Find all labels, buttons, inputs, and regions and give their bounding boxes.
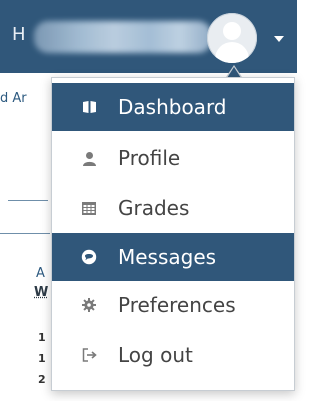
menu-item-profile[interactable]: Profile xyxy=(52,134,294,182)
menu-item-label: Log out xyxy=(118,343,193,367)
menu-item-dashboard[interactable]: Dashboard xyxy=(52,83,294,131)
caret-down-icon[interactable] xyxy=(274,36,284,42)
user-dropdown-menu: Dashboard Profile Grades Messages Prefer… xyxy=(51,77,295,391)
menu-item-label: Preferences xyxy=(118,293,236,317)
chat-bubble-icon xyxy=(81,249,97,265)
user-menu-toggle[interactable]: H xyxy=(12,21,212,53)
gear-icon xyxy=(81,297,97,313)
divider xyxy=(8,200,48,201)
avatar[interactable] xyxy=(207,13,257,63)
list-number: 2 xyxy=(38,373,46,386)
list-number: 1 xyxy=(38,352,46,365)
top-navbar: H xyxy=(0,0,297,73)
sign-out-icon xyxy=(81,347,97,363)
menu-item-grades[interactable]: Grades xyxy=(52,184,294,232)
divider xyxy=(0,233,50,234)
page-link-fragment[interactable]: d Ar xyxy=(0,91,27,106)
menu-item-preferences[interactable]: Preferences xyxy=(52,281,294,329)
menu-item-label: Grades xyxy=(118,196,190,220)
table-icon xyxy=(81,200,97,216)
menu-item-messages[interactable]: Messages xyxy=(52,233,294,281)
list-number: 1 xyxy=(38,331,46,344)
user-icon xyxy=(81,150,97,166)
section-heading-fragment: A xyxy=(36,266,45,281)
username-text: H xyxy=(12,24,26,45)
menu-item-label: Messages xyxy=(118,245,217,269)
avatar-body-icon xyxy=(215,42,249,63)
menu-item-label: Dashboard xyxy=(118,95,227,119)
menu-item-label: Profile xyxy=(118,146,181,170)
dashboard-icon xyxy=(81,99,97,115)
avatar-head-icon xyxy=(223,22,241,40)
menu-item-logout[interactable]: Log out xyxy=(52,331,294,379)
bold-label-fragment: W xyxy=(34,285,49,300)
username-blur xyxy=(34,21,212,53)
